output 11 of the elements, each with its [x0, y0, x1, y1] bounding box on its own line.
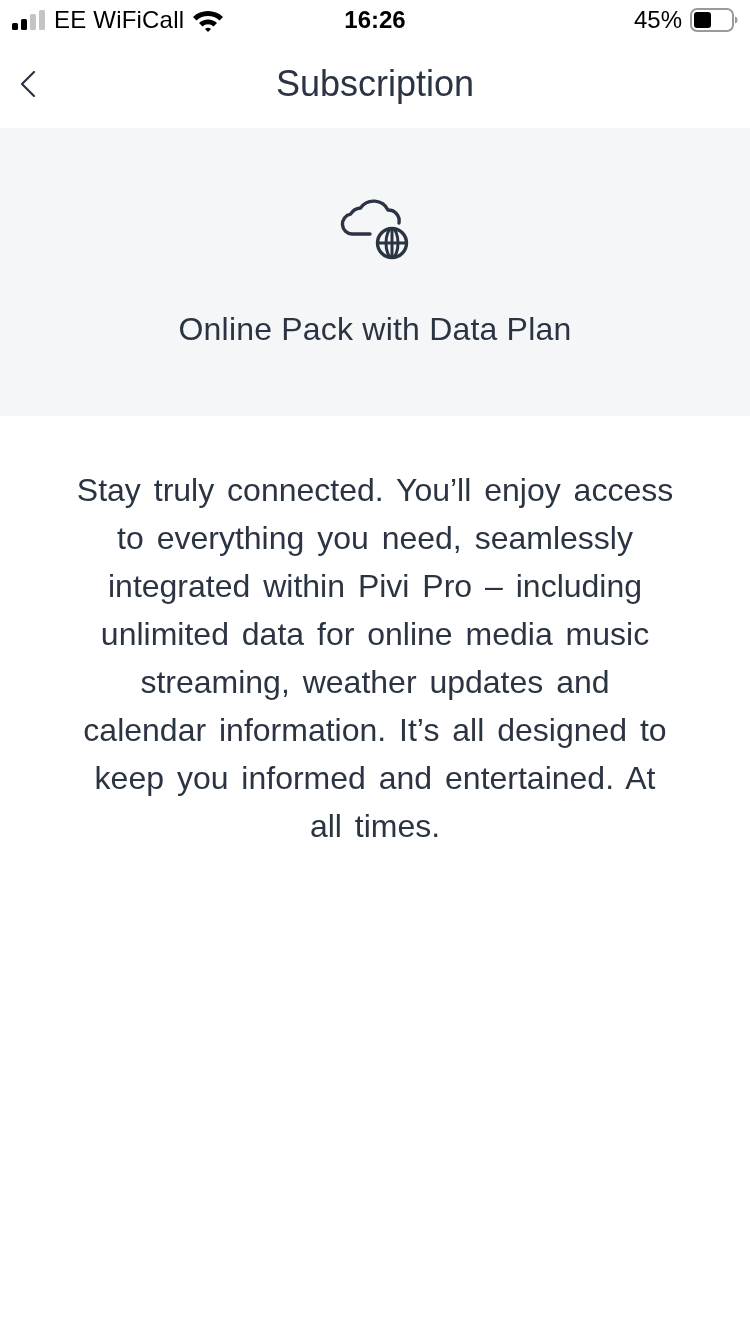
plan-description: Stay truly connected. You’ll enjoy access to everything you need, seamlessly integrated within Pivi Pro – including unlimited data for online media music streaming, weather updates and calendar information. It’s all designed to keep you informed and entertained. At all times. — [75, 471, 675, 846]
battery-icon — [690, 8, 738, 32]
back-icon — [20, 70, 36, 98]
cloud-globe-icon — [340, 196, 410, 260]
battery-percentage: 45% — [633, 6, 682, 34]
page-title: Subscription — [274, 63, 476, 105]
carrier-name: EE WiFiCall — [54, 6, 185, 34]
plan-title: Online Pack with Data Plan — [178, 311, 572, 348]
wifi-icon — [192, 8, 225, 32]
status-time: 16:26 — [344, 6, 406, 34]
signal-icon — [12, 10, 46, 30]
